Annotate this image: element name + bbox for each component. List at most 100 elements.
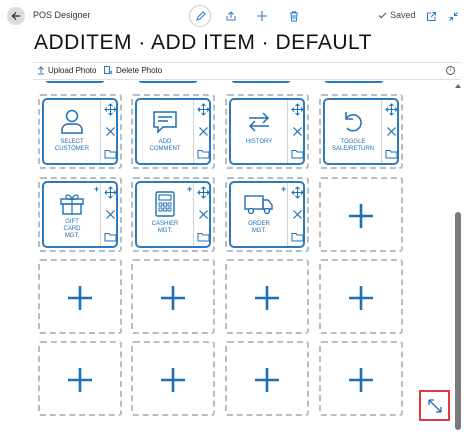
add-tile-plus-icon[interactable]	[254, 367, 280, 393]
new-button[interactable]	[255, 9, 269, 23]
grid-cell-empty[interactable]	[225, 341, 309, 416]
move-handle[interactable]	[290, 102, 304, 116]
folder-icon	[291, 149, 303, 158]
grid-cell-empty[interactable]	[319, 341, 403, 416]
remove-tile-button[interactable]	[384, 124, 398, 138]
move-handle[interactable]	[196, 185, 210, 199]
remove-tile-button[interactable]	[290, 207, 304, 221]
grid-cell-empty[interactable]	[319, 259, 403, 334]
add-tile-plus-icon[interactable]	[348, 285, 374, 311]
grid-cell-empty[interactable]	[225, 259, 309, 334]
back-button[interactable]	[7, 7, 25, 25]
delete-button[interactable]	[287, 9, 301, 23]
close-icon	[292, 209, 302, 219]
tile-label: CARD	[63, 226, 81, 232]
edit-button[interactable]	[189, 5, 211, 27]
comment-icon	[153, 111, 177, 134]
move-icon	[290, 185, 304, 199]
folder-icon	[385, 149, 397, 158]
undo-icon	[345, 112, 362, 132]
saved-label: Saved	[390, 10, 416, 20]
folder-icon	[197, 232, 209, 241]
layout-grid: SELECT CUSTOMER ADD COMMENT HISTORY TOGG…	[33, 81, 413, 434]
person-icon	[61, 109, 83, 134]
collapse-icon	[448, 11, 458, 21]
remove-tile-button[interactable]	[103, 124, 117, 138]
tile-label: HISTORY	[245, 139, 273, 145]
remove-tile-button[interactable]	[103, 207, 117, 221]
info-icon[interactable]: i	[446, 66, 455, 75]
grid-cell[interactable]: HISTORY	[225, 94, 309, 169]
open-new-window-button[interactable]	[424, 9, 438, 23]
grid-cell[interactable]: + GIFT CARD MGT.	[38, 177, 122, 252]
move-handle[interactable]	[103, 102, 117, 116]
grid-cell[interactable]: TOGGLE SALE/RETURN	[319, 94, 403, 169]
move-icon	[196, 102, 210, 116]
tile-select-customer[interactable]: SELECT CUSTOMER	[42, 98, 118, 165]
remove-tile-button[interactable]	[290, 124, 304, 138]
close-icon	[105, 209, 115, 219]
add-tile-plus-icon[interactable]	[160, 367, 186, 393]
tile-toggle-sale-return[interactable]: TOGGLE SALE/RETURN	[323, 98, 399, 165]
delete-photo-label: Delete Photo	[116, 66, 163, 75]
tile-add-comment[interactable]: ADD COMMENT	[135, 98, 211, 165]
move-handle[interactable]	[384, 102, 398, 116]
tile-cashier-mgt[interactable]: + CASHIER MGT.	[135, 181, 211, 248]
move-handle[interactable]	[196, 102, 210, 116]
grid-cell[interactable]: ADD COMMENT	[131, 94, 215, 169]
close-icon	[198, 126, 208, 136]
add-tile-plus-icon[interactable]	[348, 367, 374, 393]
scroll-thumb[interactable]	[455, 212, 461, 430]
pencil-icon	[195, 10, 206, 21]
vertical-scrollbar[interactable]	[454, 84, 462, 436]
move-handle[interactable]	[290, 185, 304, 199]
grid-cell-empty[interactable]	[131, 341, 215, 416]
tile-label: MGT.	[251, 228, 267, 234]
folder-button[interactable]	[103, 146, 117, 160]
add-tile-plus-icon[interactable]	[67, 367, 93, 393]
add-tile-plus-icon[interactable]	[254, 285, 280, 311]
open-external-icon	[426, 11, 436, 21]
partial-tile	[138, 81, 198, 83]
page-title: ADDITEM · ADD ITEM · DEFAULT	[34, 31, 372, 54]
scroll-up-arrow-icon[interactable]	[455, 84, 461, 88]
move-handle[interactable]	[103, 185, 117, 199]
saved-status: Saved	[378, 10, 416, 20]
folder-button[interactable]	[103, 229, 117, 243]
add-tile-plus-icon[interactable]	[160, 285, 186, 311]
upload-photo-label: Upload Photo	[48, 66, 97, 75]
remove-tile-button[interactable]	[196, 207, 210, 221]
grid-cell-empty[interactable]	[319, 177, 403, 252]
folder-icon	[291, 232, 303, 241]
remove-tile-button[interactable]	[196, 124, 210, 138]
add-tile-plus-icon[interactable]	[67, 285, 93, 311]
plus-icon	[257, 11, 267, 21]
grid-cell-empty[interactable]	[38, 341, 122, 416]
expand-button[interactable]	[419, 390, 450, 421]
delete-photo-action[interactable]: Delete Photo	[104, 66, 162, 75]
move-icon	[384, 102, 398, 116]
grid-cell-empty[interactable]	[38, 259, 122, 334]
grid-cell[interactable]: + ORDER MGT.	[225, 177, 309, 252]
collapse-button[interactable]	[446, 9, 460, 23]
upload-photo-action[interactable]: Upload Photo	[37, 66, 96, 75]
grid-cell[interactable]: SELECT CUSTOMER	[38, 94, 122, 169]
add-tile-plus-icon[interactable]	[348, 203, 374, 229]
tile-label: ADD	[158, 139, 172, 145]
tile-gift-card-mgt[interactable]: + GIFT CARD MGT.	[42, 181, 118, 248]
folder-button[interactable]	[290, 229, 304, 243]
top-bar: POS Designer Saved	[0, 0, 474, 32]
move-icon	[290, 102, 304, 116]
share-button[interactable]	[224, 9, 238, 23]
grid-cell[interactable]: + CASHIER MGT.	[131, 177, 215, 252]
folder-button[interactable]	[196, 229, 210, 243]
folder-button[interactable]	[290, 146, 304, 160]
grid-cell-empty[interactable]	[131, 259, 215, 334]
tile-label: MGT.	[157, 228, 173, 234]
tile-label: CASHIER	[151, 221, 179, 227]
tile-order-mgt[interactable]: + ORDER MGT.	[229, 181, 305, 248]
tile-label: MGT.	[64, 233, 80, 239]
folder-button[interactable]	[384, 146, 398, 160]
tile-history[interactable]: HISTORY	[229, 98, 305, 165]
folder-button[interactable]	[196, 146, 210, 160]
